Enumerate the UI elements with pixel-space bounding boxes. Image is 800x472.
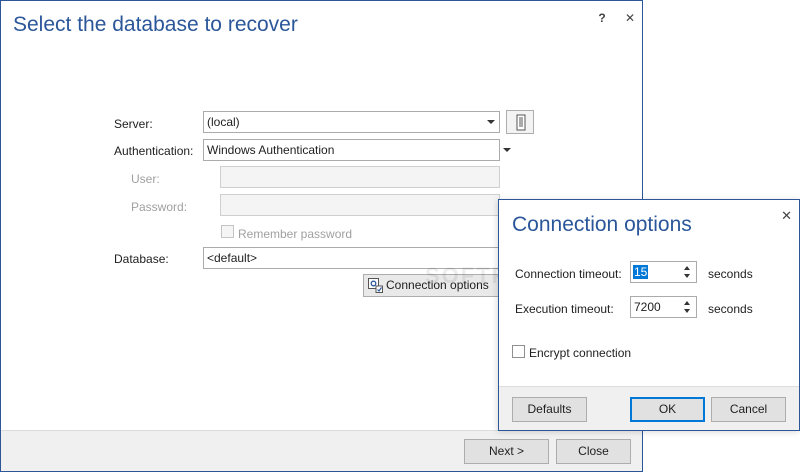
browse-servers-button[interactable] xyxy=(506,110,534,134)
close-icon[interactable]: ✕ xyxy=(621,10,639,26)
spin-buttons[interactable] xyxy=(682,298,694,316)
server-icon xyxy=(516,114,526,131)
popup-title: Connection options xyxy=(512,213,692,236)
dialog-title: Select the database to recover xyxy=(13,13,298,36)
remember-password-label: Remember password xyxy=(238,227,353,241)
database-value: <default> xyxy=(207,251,258,265)
spin-down-icon[interactable] xyxy=(684,274,690,278)
close-button[interactable]: Close xyxy=(556,439,631,464)
execution-timeout-unit: seconds xyxy=(708,302,753,316)
connection-options-button[interactable]: Connection options xyxy=(363,274,499,297)
encrypt-connection-checkbox[interactable] xyxy=(512,345,525,358)
chevron-down-icon[interactable] xyxy=(487,120,495,124)
connection-settings-icon xyxy=(368,278,383,293)
next-button[interactable]: Next > xyxy=(464,439,549,464)
spin-up-icon[interactable] xyxy=(684,301,690,305)
database-label: Database: xyxy=(114,252,169,266)
remember-password-checkbox[interactable] xyxy=(221,225,234,238)
execution-timeout-value[interactable]: 7200 xyxy=(634,300,661,314)
user-input[interactable] xyxy=(220,166,500,188)
ok-button[interactable]: OK xyxy=(630,397,705,422)
chevron-down-icon[interactable] xyxy=(503,148,511,152)
authentication-value: Windows Authentication xyxy=(207,143,335,157)
spin-buttons[interactable] xyxy=(682,263,694,281)
server-label: Server: xyxy=(114,117,153,131)
password-label: Password: xyxy=(131,200,188,214)
server-combobox[interactable]: (local) xyxy=(203,111,500,133)
dialog-footer: Next > Close xyxy=(1,430,642,471)
popup-footer: Defaults OK Cancel xyxy=(499,386,799,430)
database-combobox[interactable]: <default> xyxy=(203,247,500,269)
cancel-button[interactable]: Cancel xyxy=(711,397,786,422)
close-icon[interactable]: ✕ xyxy=(781,208,792,224)
authentication-label: Authentication: xyxy=(114,144,194,158)
connection-timeout-value[interactable]: 15 xyxy=(633,265,649,279)
authentication-combobox[interactable]: Windows Authentication xyxy=(203,139,500,161)
connection-timeout-label: Connection timeout: xyxy=(515,267,622,281)
help-button[interactable]: ? xyxy=(593,10,611,26)
password-input[interactable] xyxy=(220,194,500,216)
connection-timeout-unit: seconds xyxy=(708,267,753,281)
connection-timeout-stepper[interactable]: 15 xyxy=(630,261,697,283)
connection-options-label: Connection options xyxy=(386,278,489,292)
connection-options-dialog: Connection options ✕ Connection timeout:… xyxy=(498,199,800,431)
user-label: User: xyxy=(131,172,160,186)
spin-up-icon[interactable] xyxy=(684,266,690,270)
server-value: (local) xyxy=(207,115,240,129)
execution-timeout-label: Execution timeout: xyxy=(515,302,614,316)
execution-timeout-stepper[interactable]: 7200 xyxy=(630,296,697,318)
encrypt-connection-label: Encrypt connection xyxy=(529,346,632,360)
spin-down-icon[interactable] xyxy=(684,309,690,313)
defaults-button[interactable]: Defaults xyxy=(512,397,587,422)
